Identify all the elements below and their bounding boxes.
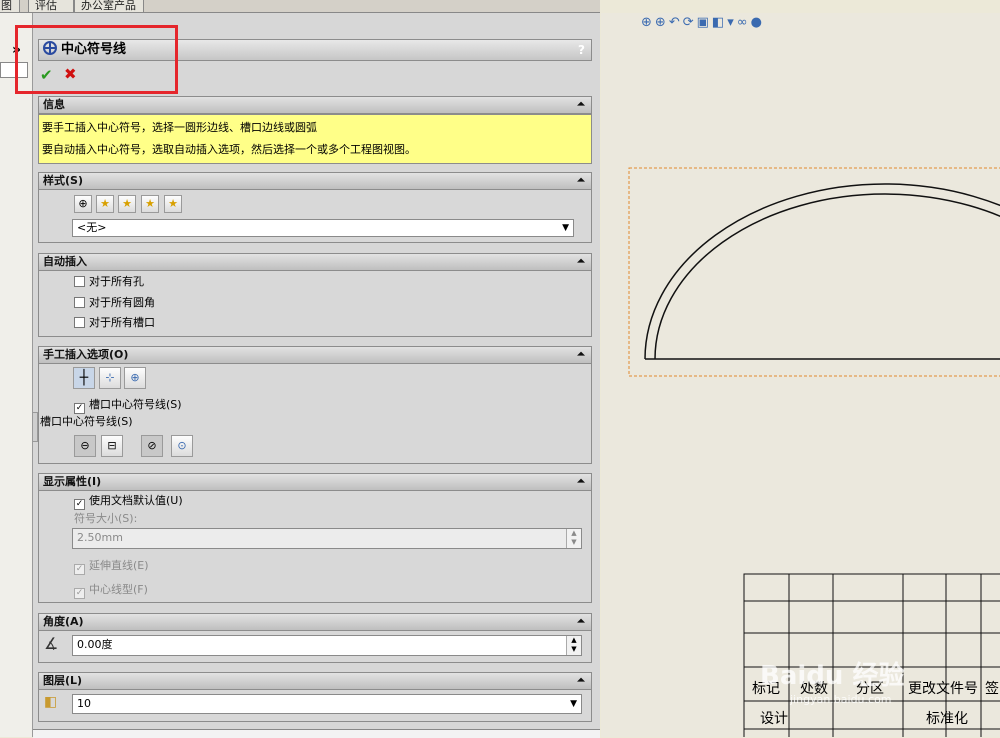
spin-arrows-icon[interactable]: ▲ ▼ [566, 529, 581, 548]
symbol-size-label: 符号大小(S): [74, 512, 138, 525]
checkbox-label: 对于所有孔 [89, 275, 144, 288]
section-header-manual-insert[interactable]: 手工插入选项(O) ⏶ [38, 346, 592, 364]
chevron-down-icon: ▼ [570, 699, 577, 709]
apply-style-icon[interactable]: ⊕ [74, 195, 92, 213]
highlight-box [15, 25, 178, 94]
save-style-icon[interactable]: ★ [141, 195, 159, 213]
checkbox-box[interactable]: ✓ [74, 564, 85, 575]
title-block-cell: 签 [985, 681, 999, 697]
slot-arc-center-icon[interactable]: ⊙ [171, 435, 193, 457]
chevron-down-icon: ▼ [562, 223, 569, 233]
collapse-icon[interactable]: ⏶ [577, 474, 585, 490]
spin-arrows-icon[interactable]: ▲ ▼ [566, 636, 581, 655]
angle-value: 0.00度 [77, 638, 113, 651]
checkbox-use-document-default[interactable]: ✓ 使用文档默认值(U) [74, 494, 183, 510]
slot-center-icon[interactable]: ⊟ [101, 435, 123, 457]
checkbox-box[interactable]: ✓ [74, 499, 85, 510]
slot-arc-icon[interactable]: ⊘ [141, 435, 163, 457]
checkbox-extended-lines[interactable]: ✓ 延伸直线(E) [74, 559, 149, 575]
slot-end-icon[interactable]: ⊖ [74, 435, 96, 457]
checkbox-all-slots[interactable]: 对于所有槽口 [74, 316, 155, 329]
title-block-cell: 更改文件号 [908, 681, 978, 697]
watermark-logo: Baidu 经验 [760, 661, 905, 691]
collapse-icon[interactable]: ⏶ [577, 97, 585, 113]
tab-office-products[interactable]: 办公室产品 [74, 0, 144, 12]
collapse-icon[interactable]: ⏶ [577, 347, 585, 363]
linear-center-mark-icon[interactable]: ⊹ [99, 367, 121, 389]
collapse-icon[interactable]: ⏶ [577, 254, 585, 270]
info-line-auto: 要自动插入中心符号，选取自动插入选项，然后选择一个或多个工程图视图。 [42, 143, 416, 156]
title-block-design: 设计 [760, 711, 788, 727]
watermark-url: jingyan.baidu.com [790, 693, 892, 706]
section-header-layer[interactable]: 图层(L) ⏶ [38, 672, 592, 690]
left-strip [0, 13, 33, 737]
tab-evaluate[interactable]: 评估 [28, 0, 74, 12]
layer-dropdown[interactable]: 10 ▼ [72, 694, 582, 714]
checkbox-all-holes[interactable]: 对于所有孔 [74, 275, 144, 288]
drawing-svg [628, 167, 1000, 737]
section-title: 角度(A) [43, 615, 84, 628]
checkbox-label: 对于所有槽口 [89, 316, 155, 329]
symbol-size-value: 2.50mm [77, 531, 123, 544]
load-style-icon[interactable]: ★ [164, 195, 182, 213]
inner-arc[interactable] [654, 193, 1000, 360]
style-dropdown[interactable]: <无> ▼ [72, 219, 574, 237]
section-title: 手工插入选项(O) [43, 348, 129, 361]
section-title: 自动插入 [43, 255, 87, 268]
delete-style-icon[interactable]: ★ [118, 195, 136, 213]
section-header-display[interactable]: 显示属性(I) ⏶ [38, 473, 592, 491]
checkbox-all-fillets[interactable]: 对于所有圆角 [74, 296, 155, 309]
collapse-icon[interactable]: ⏶ [577, 614, 585, 630]
checkbox-label: 对于所有圆角 [89, 296, 155, 309]
checkbox-box[interactable]: ✓ [74, 588, 85, 599]
circular-center-mark-icon[interactable]: ⊕ [124, 367, 146, 389]
section-title: 图层(L) [43, 674, 83, 687]
section-title: 信息 [43, 98, 65, 111]
info-line-manual: 要手工插入中心符号，选择一圆形边线、槽口边线或圆弧 [42, 121, 317, 134]
section-header-angle[interactable]: 角度(A) ⏶ [38, 613, 592, 631]
checkbox-box[interactable] [74, 297, 85, 308]
tab-drawing[interactable]: 图 [0, 0, 20, 12]
slot-center-mark-label: 槽口中心符号线(S) [40, 415, 133, 428]
angle-input[interactable]: 0.00度 ▲ ▼ [72, 635, 582, 656]
checkbox-box[interactable] [74, 276, 85, 287]
symbol-size-input[interactable]: 2.50mm ▲ ▼ [72, 528, 582, 549]
section-title: 显示属性(I) [43, 475, 102, 488]
style-dropdown-value: <无> [77, 221, 107, 234]
help-button[interactable]: ? [578, 40, 585, 60]
angle-icon: ∡ [44, 634, 59, 653]
checkbox-label: 延伸直线(E) [89, 559, 149, 572]
outer-arc[interactable] [644, 183, 1000, 360]
tab-strip: 图 评估 办公室产品 [0, 0, 600, 13]
add-style-icon[interactable]: ★ [96, 195, 114, 213]
checkbox-centerline-font[interactable]: ✓ 中心线型(F) [74, 583, 148, 599]
checkbox-label: 槽口中心符号线(S) [89, 398, 182, 411]
layer-dropdown-value: 10 [77, 697, 91, 710]
collapse-icon[interactable]: ⏶ [577, 673, 585, 689]
title-block-standardize: 标准化 [926, 711, 968, 727]
checkbox-label: 使用文档默认值(U) [89, 494, 183, 507]
checkbox-label: 中心线型(F) [89, 583, 148, 596]
single-center-mark-icon[interactable]: ┼ [73, 367, 95, 389]
section-header-info[interactable]: 信息 ⏶ [38, 96, 592, 114]
section-header-style[interactable]: 样式(S) ⏶ [38, 172, 592, 190]
section-header-auto-insert[interactable]: 自动插入 ⏶ [38, 253, 592, 271]
collapse-icon[interactable]: ⏶ [577, 173, 585, 189]
checkbox-slot-center-mark[interactable]: ✓ 槽口中心符号线(S) [74, 398, 182, 414]
layer-icon: ◧ [44, 694, 58, 710]
section-title: 样式(S) [43, 174, 83, 187]
info-message: 要手工插入中心符号，选择一圆形边线、槽口边线或圆弧 要自动插入中心符号，选取自动… [38, 114, 592, 164]
checkbox-box[interactable] [74, 317, 85, 328]
